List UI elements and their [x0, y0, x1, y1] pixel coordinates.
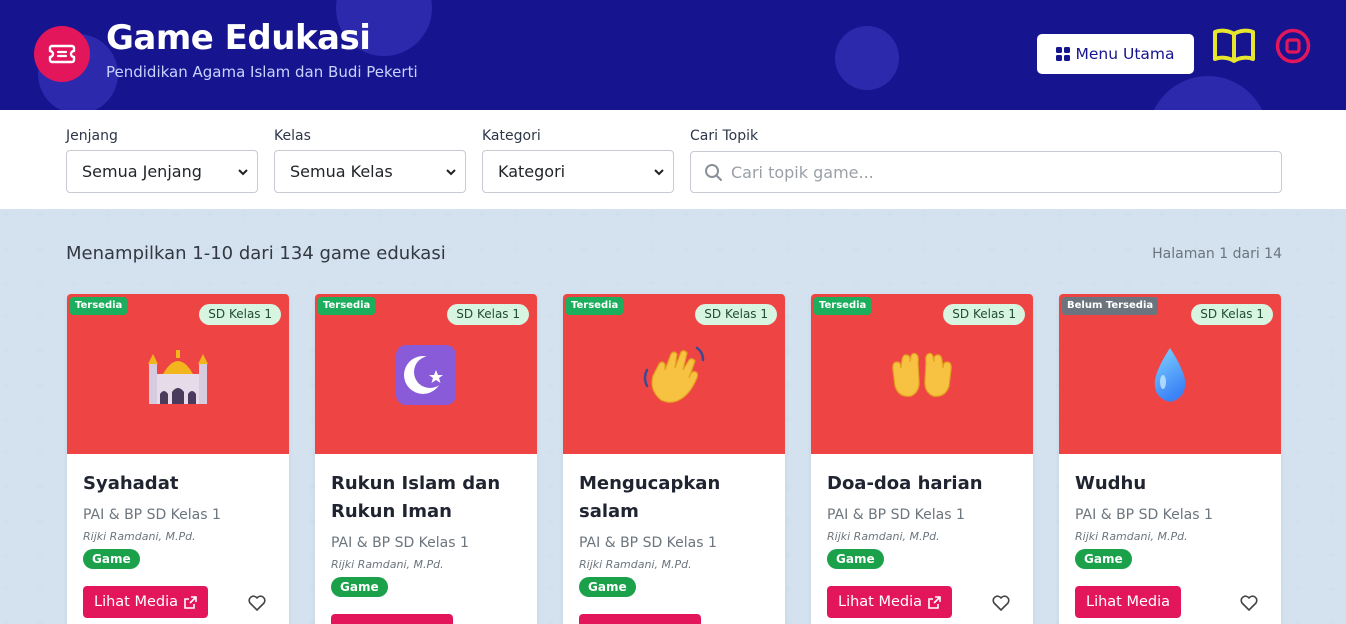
kelas-label: Kelas [274, 128, 311, 144]
card-subject: PAI & BP SD Kelas 1 [1075, 507, 1213, 523]
card-author: Rijki Ramdani, M.Pd. [83, 530, 196, 543]
stop-circle-icon[interactable] [1274, 27, 1312, 65]
card-thumbnail: Belum Tersedia SD Kelas 1 [1059, 294, 1281, 454]
type-badge: Game [579, 577, 636, 597]
card-subject: PAI & BP SD Kelas 1 [331, 535, 469, 551]
kategori-select[interactable]: Kategori [482, 150, 674, 193]
kelas-value: Semua Kelas [290, 162, 393, 181]
main-menu-button[interactable]: Menu Utama [1037, 34, 1194, 74]
grade-badge: SD Kelas 1 [695, 304, 777, 325]
search-icon [705, 164, 722, 181]
card-subject: PAI & BP SD Kelas 1 [579, 535, 717, 551]
type-badge: Game [1075, 549, 1132, 569]
palms-up-icon [892, 352, 952, 397]
view-media-label: Lihat Media [838, 594, 923, 610]
status-badge: Tersedia [814, 297, 872, 315]
game-card[interactable]: Belum Tersedia SD Kelas 1 Wudhu PAI & BP… [1059, 294, 1281, 624]
type-badge: Game [83, 549, 140, 569]
game-card[interactable]: Tersedia SD Kelas 1 Syahadat PAI & BP SD… [67, 294, 289, 624]
external-link-icon [184, 595, 197, 609]
card-author: Rijki Ramdani, M.Pd. [331, 558, 444, 571]
view-media-label: Lihat Media [94, 594, 179, 610]
card-title: Doa-doa harian [827, 473, 983, 494]
type-badge: Game [331, 577, 388, 597]
app-title: Game Edukasi [106, 18, 371, 58]
kelas-select[interactable]: Semua Kelas [274, 150, 466, 193]
filter-bar: Jenjang Semua Jenjang Kelas Semua Kelas … [0, 110, 1346, 209]
card-thumbnail: Tersedia SD Kelas 1 [811, 294, 1033, 454]
ticket-icon [48, 44, 76, 64]
card-title: Rukun Islam dan Rukun Iman [331, 473, 501, 522]
heart-icon[interactable] [991, 593, 1011, 613]
book-icon[interactable] [1211, 26, 1257, 64]
view-media-button[interactable]: Lihat Media [83, 586, 209, 618]
app-logo[interactable] [34, 26, 90, 82]
game-card[interactable]: Tersedia SD Kelas 1 Mengucapkan salam PA… [563, 294, 785, 624]
card-title: Syahadat [83, 473, 179, 494]
decor-bubble [835, 26, 899, 90]
jenjang-value: Semua Jenjang [82, 162, 202, 181]
star-and-crescent-icon [396, 345, 456, 405]
grade-badge: SD Kelas 1 [1191, 304, 1273, 325]
view-media-button[interactable]: Lihat Media [827, 586, 953, 618]
kategori-label: Kategori [482, 128, 541, 144]
card-thumbnail: Tersedia SD Kelas 1 [315, 294, 537, 454]
grid-icon [1056, 47, 1071, 61]
card-author: Rijki Ramdani, M.Pd. [579, 558, 692, 571]
status-badge: Tersedia [70, 297, 128, 315]
chevron-down-icon [238, 169, 248, 176]
game-card[interactable]: Tersedia SD Kelas 1 Rukun Islam dan Ruku… [315, 294, 537, 624]
card-author: Rijki Ramdani, M.Pd. [1075, 530, 1188, 543]
external-link-icon [928, 595, 941, 609]
card-thumbnail: Tersedia SD Kelas 1 [563, 294, 785, 454]
search-input[interactable] [731, 152, 1271, 192]
chevron-down-icon [654, 169, 664, 176]
view-media-label: Lihat Media [1086, 594, 1171, 610]
main-menu-label: Menu Utama [1075, 45, 1175, 63]
decor-bubble [1148, 76, 1268, 110]
status-badge: Tersedia [318, 297, 376, 315]
game-card[interactable]: Tersedia SD Kelas 1 Doa-doa harian PAI &… [811, 294, 1033, 624]
grade-badge: SD Kelas 1 [447, 304, 529, 325]
kategori-value: Kategori [498, 162, 566, 181]
jenjang-select[interactable]: Semua Jenjang [66, 150, 258, 193]
view-media-button[interactable]: Lihat Media [1075, 586, 1182, 618]
mosque-icon [148, 350, 208, 404]
view-media-button[interactable] [579, 614, 701, 624]
view-media-button[interactable] [331, 614, 453, 624]
card-author: Rijki Ramdani, M.Pd. [827, 530, 940, 543]
grade-badge: SD Kelas 1 [943, 304, 1025, 325]
card-title: Wudhu [1075, 473, 1147, 494]
type-badge: Game [827, 549, 884, 569]
status-badge: Belum Tersedia [1062, 297, 1159, 315]
card-subject: PAI & BP SD Kelas 1 [83, 507, 221, 523]
droplet-icon [1154, 348, 1186, 402]
page-indicator: Halaman 1 dari 14 [1152, 246, 1282, 262]
card-title: Mengucapkan salam [579, 473, 721, 522]
waving-hand-icon [643, 346, 705, 403]
app-subtitle: Pendidikan Agama Islam dan Budi Pekerti [106, 63, 418, 81]
search-box [690, 151, 1282, 193]
app-header: Game Edukasi Pendidikan Agama Islam dan … [0, 0, 1346, 110]
jenjang-label: Jenjang [66, 128, 118, 144]
grade-badge: SD Kelas 1 [199, 304, 281, 325]
chevron-down-icon [446, 169, 456, 176]
heart-icon[interactable] [247, 593, 267, 613]
heart-icon[interactable] [1239, 593, 1259, 613]
status-badge: Tersedia [566, 297, 624, 315]
search-label: Cari Topik [690, 128, 759, 144]
card-subject: PAI & BP SD Kelas 1 [827, 507, 965, 523]
card-thumbnail: Tersedia SD Kelas 1 [67, 294, 289, 454]
game-list-section: Menampilkan 1-10 dari 134 game edukasi H… [0, 209, 1346, 624]
results-summary: Menampilkan 1-10 dari 134 game edukasi [66, 243, 446, 264]
